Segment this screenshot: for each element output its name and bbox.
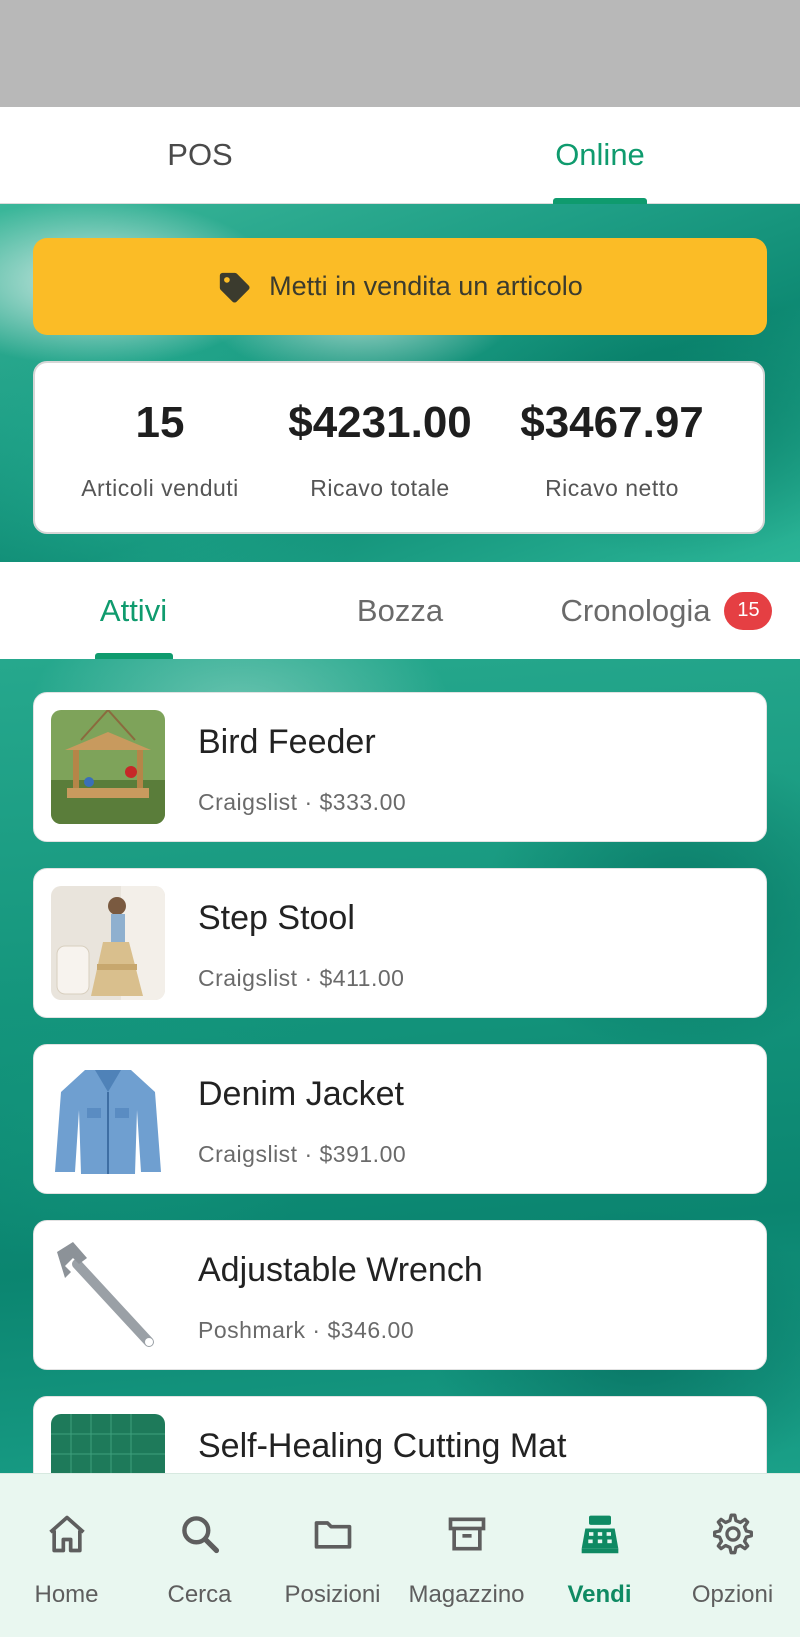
nav-warehouse[interactable]: Magazzino: [400, 1474, 533, 1637]
tab-active-listings[interactable]: Attivi: [0, 562, 267, 659]
listing-tab-bar: Attivi Bozza Cronologia 15: [0, 562, 800, 659]
tab-label: Cronologia: [560, 592, 711, 628]
nav-options[interactable]: Opzioni: [666, 1474, 799, 1637]
listing-title: Step Stool: [198, 899, 355, 937]
tab-drafts[interactable]: Bozza: [267, 562, 533, 659]
home-icon: [48, 1515, 85, 1553]
stat-label: Articoli venduti: [81, 475, 239, 501]
stat-value: $3467.97: [520, 398, 704, 447]
list-item-for-sale-button[interactable]: Metti in vendita un articolo: [33, 238, 767, 335]
sell-button-label: Metti in vendita un articolo: [269, 271, 583, 301]
stat-label: Ricavo totale: [310, 475, 450, 501]
cash-register-icon: [581, 1515, 618, 1554]
nav-label: Home: [34, 1581, 99, 1608]
stat-net-revenue: $3467.97 Ricavo netto: [497, 363, 727, 536]
list-item[interactable]: Bird Feeder Craigslist · $333.00: [33, 692, 767, 842]
nav-locations[interactable]: Posizioni: [266, 1474, 399, 1637]
list-item[interactable]: Adjustable Wrench Poshmark · $346.00: [33, 1220, 767, 1370]
nav-home[interactable]: Home: [0, 1474, 133, 1637]
folder-icon: [314, 1521, 351, 1549]
bird-feeder-thumbnail: [51, 710, 165, 824]
nav-label: Magazzino: [408, 1581, 525, 1608]
listing-title: Bird Feeder: [198, 723, 376, 761]
tab-label: Bozza: [356, 592, 444, 628]
listing-subtitle: Craigslist · $391.00: [198, 1141, 407, 1167]
tab-label: Attivi: [99, 592, 168, 628]
nav-label: Posizioni: [284, 1581, 381, 1608]
archive-icon: [448, 1517, 485, 1551]
history-count-badge: 15: [724, 591, 773, 630]
list-item[interactable]: Step Stool Craigslist · $411.00: [33, 868, 767, 1018]
nav-label: Cerca: [167, 1581, 232, 1608]
step-stool-thumbnail: [51, 886, 165, 1000]
listing-title: Adjustable Wrench: [198, 1251, 483, 1289]
stat-value: $4231.00: [288, 398, 472, 447]
tab-online[interactable]: Online: [400, 107, 800, 204]
listing-subtitle: Craigslist · $333.00: [198, 789, 407, 815]
nav-label: Opzioni: [691, 1581, 774, 1608]
listing-subtitle: Poshmark · $346.00: [198, 1317, 415, 1343]
stat-label: Ricavo netto: [545, 475, 679, 501]
wrench-thumbnail: [51, 1238, 165, 1352]
bottom-navigation: Home Cerca Posizioni Magazzino Vendi Opz…: [0, 1473, 800, 1637]
tab-pos-label: POS: [167, 137, 233, 172]
tab-history[interactable]: Cronologia 15: [533, 562, 800, 659]
sales-stats-card: 15 Articoli venduti $4231.00 Ricavo tota…: [33, 361, 765, 534]
gear-icon: [712, 1513, 753, 1555]
top-tab-bar: POS Online: [0, 107, 800, 204]
stat-items-sold: 15 Articoli venduti: [55, 363, 265, 536]
denim-jacket-thumbnail: [51, 1062, 165, 1176]
listing-title: Denim Jacket: [198, 1075, 404, 1113]
nav-sell[interactable]: Vendi: [533, 1474, 666, 1637]
tab-pos[interactable]: POS: [0, 107, 400, 203]
stat-total-revenue: $4231.00 Ricavo totale: [275, 363, 485, 536]
stat-value: 15: [135, 398, 185, 447]
tag-icon: [219, 272, 250, 303]
nav-label: Vendi: [567, 1581, 632, 1608]
tab-online-label: Online: [555, 137, 645, 172]
listing-title: Self-Healing Cutting Mat: [198, 1427, 567, 1465]
nav-search[interactable]: Cerca: [133, 1474, 266, 1637]
listing-subtitle: Craigslist · $411.00: [198, 965, 405, 991]
search-icon: [181, 1516, 219, 1554]
list-item[interactable]: Denim Jacket Craigslist · $391.00: [33, 1044, 767, 1194]
status-bar: [0, 0, 800, 107]
